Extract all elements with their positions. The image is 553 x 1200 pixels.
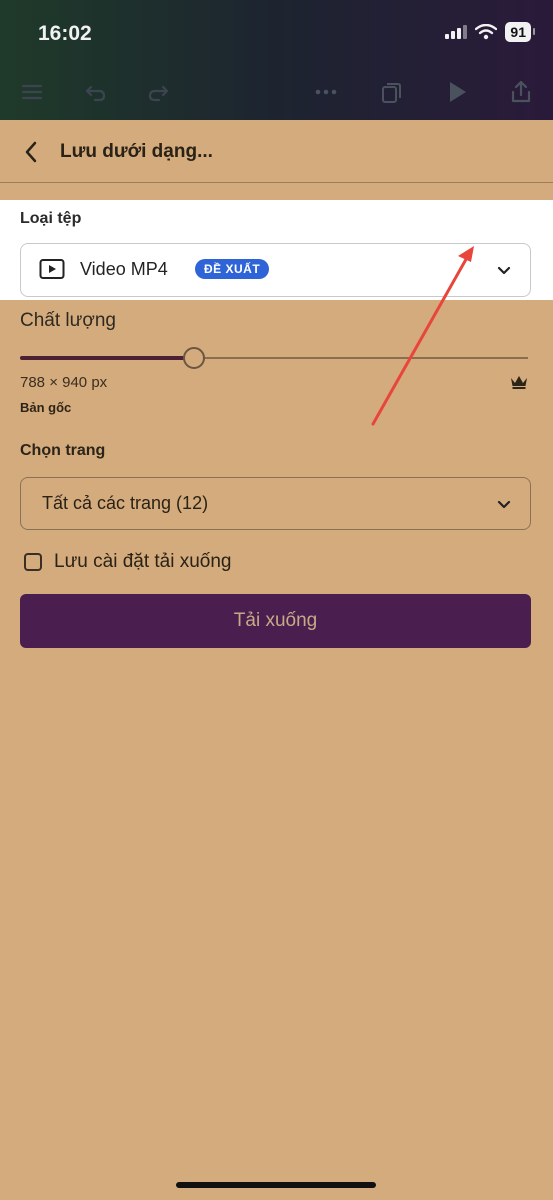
slider-fill <box>20 356 193 360</box>
download-button[interactable]: Tải xuống <box>20 594 531 648</box>
redo-icon[interactable] <box>144 78 172 106</box>
video-icon <box>39 259 65 279</box>
editor-toolbar <box>0 70 553 114</box>
home-indicator <box>176 1182 376 1188</box>
more-icon[interactable] <box>312 78 340 106</box>
back-icon[interactable] <box>18 138 46 166</box>
save-settings-row[interactable]: Lưu cài đặt tải xuống <box>24 550 232 574</box>
battery-indicator: 91 <box>505 22 535 42</box>
page-select-value: Tất cả các trang (12) <box>42 493 209 513</box>
sheet-title: Lưu dưới dạng... <box>60 141 213 162</box>
slider-knob[interactable] <box>182 347 205 369</box>
pages-icon[interactable] <box>377 78 405 106</box>
status-indicators: 91 <box>445 22 535 42</box>
quality-label: Chất lượng <box>20 310 116 331</box>
file-type-value: Video MP4 <box>80 259 168 279</box>
wifi-icon <box>475 24 498 40</box>
app-top-bar: 16:02 91 <box>0 0 553 120</box>
chevron-down-icon <box>497 500 511 509</box>
file-type-label: Loại tệp <box>20 210 82 227</box>
save-as-sheet: Lưu dưới dạng... Loại tệp Video MP4 ĐỀ X… <box>0 120 553 1200</box>
crown-icon <box>511 376 527 389</box>
save-settings-checkbox[interactable] <box>24 553 42 571</box>
quality-slider[interactable] <box>20 346 528 370</box>
quality-note: Bản gốc <box>20 400 72 415</box>
share-icon[interactable] <box>507 78 535 106</box>
quality-dimensions: 788 × 940 px <box>20 374 108 391</box>
play-icon[interactable] <box>443 78 471 106</box>
file-type-select[interactable]: Video MP4 ĐỀ XUẤT <box>20 243 531 297</box>
status-time: 16:02 <box>38 22 92 45</box>
menu-icon[interactable] <box>18 78 46 106</box>
page-select[interactable]: Tất cả các trang (12) <box>20 477 531 530</box>
undo-icon[interactable] <box>82 78 110 106</box>
page-select-label: Chọn trang <box>20 442 106 459</box>
signal-icon <box>445 25 468 39</box>
sheet-header: Lưu dưới dạng... <box>0 120 553 183</box>
recommended-badge: ĐỀ XUẤT <box>195 259 270 279</box>
file-type-panel: Loại tệp Video MP4 ĐỀ XUẤT <box>0 200 553 300</box>
save-settings-label: Lưu cài đặt tải xuống <box>54 551 232 572</box>
chevron-down-icon <box>497 266 511 275</box>
